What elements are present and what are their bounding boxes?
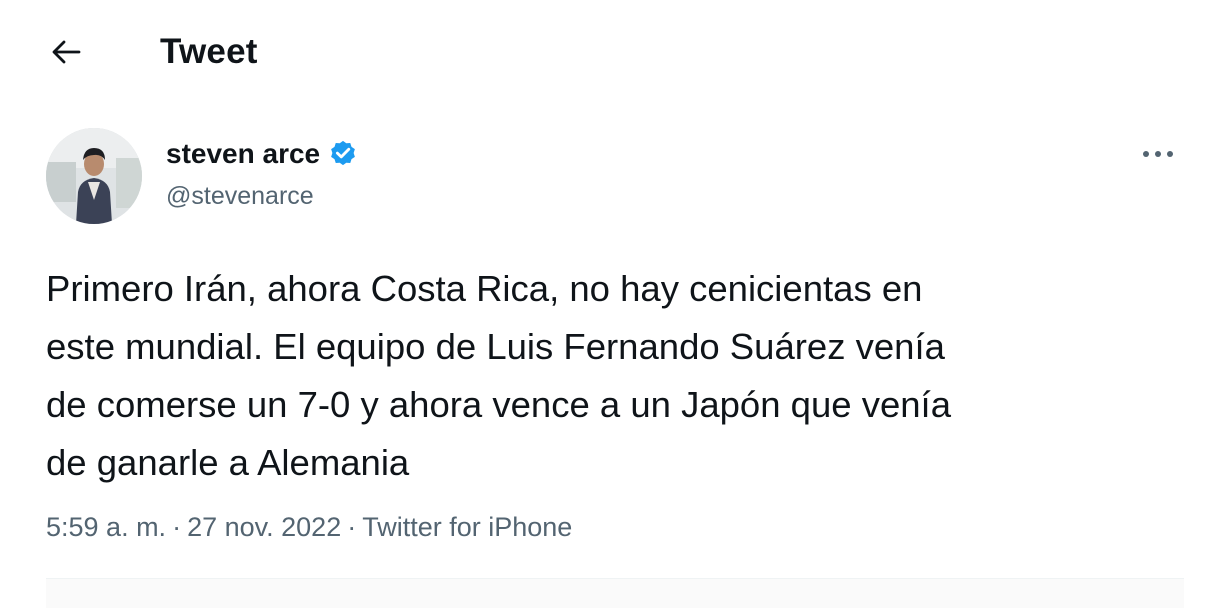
display-name[interactable]: steven arce	[166, 138, 320, 170]
tweet-page: Tweet steven arce @stevenarce Primero Ir…	[0, 0, 1224, 608]
header-bar: Tweet	[0, 18, 1224, 88]
meta-separator: ·	[347, 512, 357, 542]
verified-badge-icon	[328, 139, 358, 169]
author-row: steven arce @stevenarce	[44, 128, 1184, 228]
back-button[interactable]	[44, 34, 88, 74]
tweet-time[interactable]: 5:59 a. m.	[46, 512, 166, 543]
page-title: Tweet	[160, 32, 258, 71]
tweet-source[interactable]: Twitter for iPhone	[362, 512, 572, 543]
tweet-text: Primero Irán, ahora Costa Rica, no hay c…	[46, 268, 951, 483]
tweet-meta: 5:59 a. m. · 27 nov. 2022 · Twitter for …	[46, 512, 572, 543]
stats-row-edge	[46, 579, 1184, 608]
avatar[interactable]	[46, 128, 142, 224]
tweet-date[interactable]: 27 nov. 2022	[187, 512, 341, 543]
user-handle[interactable]: @stevenarce	[166, 182, 314, 211]
name-row: steven arce	[166, 138, 358, 170]
arrow-left-icon	[51, 39, 81, 70]
more-options-button[interactable]	[1136, 140, 1180, 170]
meta-separator: ·	[172, 512, 182, 542]
more-horizontal-icon	[1141, 146, 1175, 164]
